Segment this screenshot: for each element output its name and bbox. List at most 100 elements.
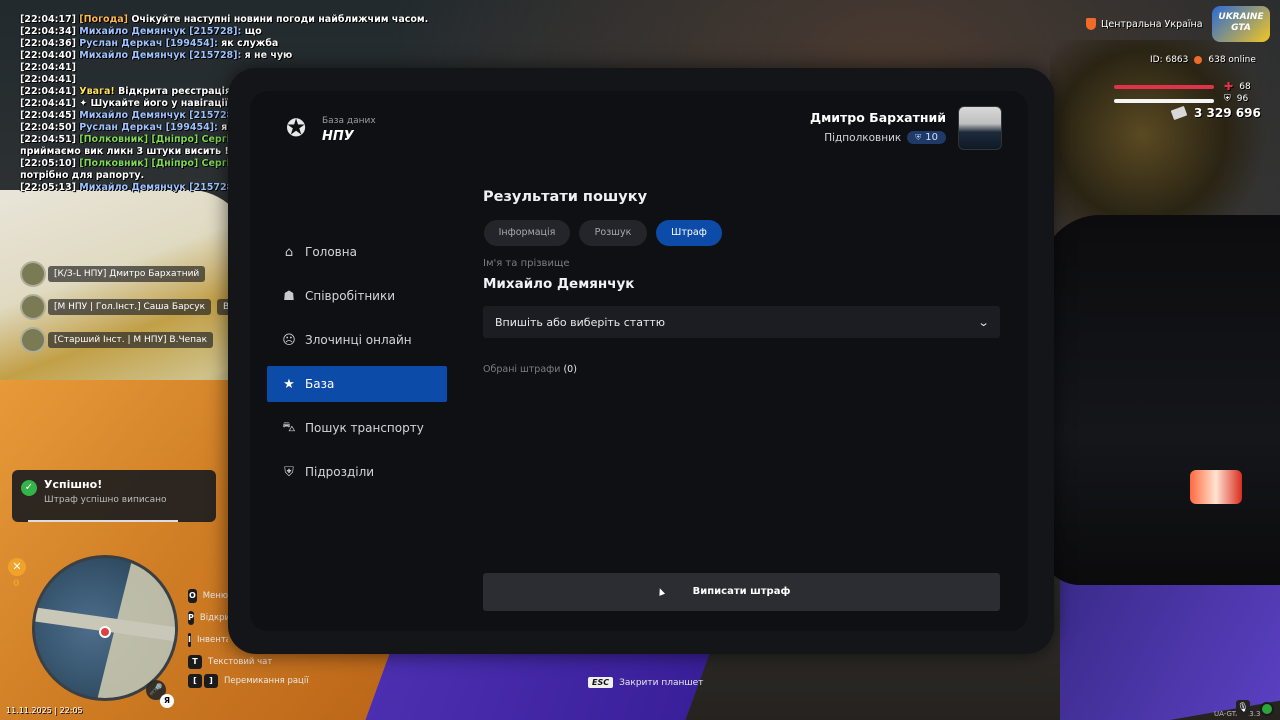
tab-wanted[interactable]: Розшук (579, 220, 647, 246)
location-indicator: Центральна Україна (1086, 18, 1203, 30)
nav-label: База (305, 377, 335, 391)
tablet-screen (250, 91, 1028, 631)
health-stat: ✚ 68 (1224, 80, 1251, 93)
key-hint-label: Інвентар (196, 635, 228, 645)
nav-item-criminals-online[interactable]: ☹ Злочинці онлайн (267, 322, 447, 358)
key-badge: T (188, 655, 202, 669)
rank-level: 10 (925, 132, 938, 143)
key-hint-menu: O Меню (188, 589, 228, 603)
nav-item-vehicle-search[interactable]: ⛍ Пошук транспорту (267, 410, 447, 446)
armor-bar (1114, 99, 1214, 103)
officer-rank-row: Підполковник ⛨ 10 (824, 131, 946, 144)
chat-text: ✦ Шукайте його у навігації: (79, 98, 235, 109)
notification-text: Штраф успішно виписано (44, 495, 167, 505)
health-cross-icon: ✚ (1224, 80, 1234, 93)
key-hint-label: Меню (202, 591, 228, 601)
chat-line: [22:04:34] Михайло Демянчук [215728]: що (20, 26, 420, 38)
server-info: ID: 6863 638 online (1150, 55, 1256, 65)
nav-item-database[interactable]: ★ База (267, 366, 447, 402)
tab-fine[interactable]: Штраф (656, 220, 722, 246)
player-tag: [К/З-L НПУ] Дмитро Бархатний (48, 266, 206, 282)
cash-icon (1170, 105, 1188, 121)
key-badge: I (188, 633, 191, 647)
selected-fines-count: (0) (563, 364, 577, 375)
car-icon: ⛍ (282, 419, 296, 435)
server-logo: UKRAINE GTA (1212, 6, 1270, 42)
chevron-down-icon: ⌄ (977, 315, 990, 329)
nav-item-home[interactable]: ⌂ Головна (267, 234, 447, 270)
chat-line: [22:04:40] Михайло Демянчук [215728]: я … (20, 50, 420, 62)
chat-timestamp: [22:05:13] (20, 182, 76, 193)
chat-text: я не чую (244, 50, 293, 61)
chat-line: [22:04:36] Руслан Деркач [199454]: як сл… (20, 38, 420, 50)
health-bar (1114, 85, 1214, 89)
chat-text: Очікуйте наступні новини погоди найближч… (131, 14, 429, 25)
chat-timestamp: [22:04:34] (20, 26, 76, 37)
voice-key-badge: Я (160, 694, 174, 708)
chat-timestamp: [22:04:41] (20, 98, 76, 109)
background-black-suv (1040, 215, 1280, 585)
check-icon: ✓ (21, 480, 37, 496)
article-select-placeholder: Впишіть або виберіть статтю (495, 315, 666, 329)
nav-label: Підрозділи (305, 465, 375, 479)
esc-key-badge: ESC (588, 677, 614, 688)
name-label: Ім'я та прізвище (483, 258, 570, 269)
criminal-icon: ☹ (282, 332, 296, 348)
key-badge: P (188, 611, 194, 625)
nav-label: Головна (305, 245, 357, 259)
player-tag: [Старший Інст. | М НПУ] В.Чепак (48, 332, 213, 348)
armor-value: 96 (1236, 94, 1249, 104)
chat-timestamp: [22:04:36] (20, 38, 76, 49)
nearby-player: [Старший Інст. | М НПУ] В.Чепак (20, 327, 213, 353)
close-tablet-hint: ESC Закрити планшет (588, 677, 703, 688)
selected-fines: Обрані штрафи (0) (483, 364, 577, 375)
chat-text: Руслан Деркач [199454]: (79, 38, 222, 49)
player-avatar (20, 294, 46, 320)
officer-avatar (958, 106, 1002, 150)
chat-timestamp: [22:04:41] (20, 62, 76, 73)
star-icon: ★ (283, 376, 295, 392)
background-taillight (1190, 470, 1242, 504)
chat-timestamp: [22:04:41] (20, 74, 76, 85)
chat-timestamp: [22:04:40] (20, 50, 76, 61)
key-hint-phone: P Відкрити телефон (188, 611, 228, 625)
success-notification: ✓ Успішно! Штраф успішно виписано (12, 470, 216, 522)
player-id: ID: 6863 (1150, 55, 1189, 65)
player-avatar (20, 327, 46, 353)
chat-text: як служба (221, 38, 279, 49)
location-name: Центральна Україна (1101, 18, 1203, 30)
issue-fine-button[interactable]: Виписати штраф (483, 573, 1000, 611)
key-hint-inventory: I Інвентар (188, 633, 228, 647)
player-tag: [М НПУ | Гол.Інст.] Саша Барсук (48, 299, 212, 315)
chat-timestamp: [22:04:51] (20, 134, 76, 145)
nav-item-employees[interactable]: ☗ Співробітники (267, 278, 447, 314)
tab-information[interactable]: Інформація (484, 220, 570, 246)
nearby-player: [М НПУ | Гол.Інст.] Саша Барсук BMW (20, 294, 252, 320)
database-name: НПУ (322, 129, 354, 144)
key-hint-radio: [ ] Перемикання рації (188, 674, 309, 688)
chat-timestamp: [22:04:50] (20, 122, 76, 133)
chat-text: що (244, 26, 262, 37)
results-title: Результати пошуку (483, 189, 648, 205)
nav-item-units[interactable]: ⛨ Підрозділи (267, 454, 447, 490)
chat-text: Руслан Деркач [199454]: (79, 122, 222, 133)
microphone-status-icon: 🎙 (1236, 700, 1250, 716)
users-icon: ☗ (283, 288, 295, 304)
chat-text: Михайло Демянчук [215728]: (79, 50, 245, 61)
chat-text: [Погода] (79, 14, 132, 25)
player-marker-icon (99, 626, 111, 638)
officer-rank: Підполковник (824, 131, 902, 144)
key-badge: O (188, 589, 197, 603)
chat-text: Увага! (79, 86, 119, 97)
money-display: 3 329 696 (1170, 105, 1261, 121)
key-hint-chat: T Текстовий чат (188, 655, 272, 669)
police-emblem-icon: ✪ (285, 114, 307, 142)
region-shield-icon (1086, 18, 1096, 30)
article-select[interactable]: Впишіть або виберіть статтю ⌄ (483, 306, 1000, 338)
voice-status-icon (1260, 702, 1274, 716)
officer-name: Дмитро Бархатний (809, 110, 946, 125)
nav-label: Співробітники (305, 289, 396, 303)
armor-shield-icon: ⛨ (1224, 94, 1231, 104)
shield-icon: ⛨ (284, 464, 294, 480)
person-name: Михайло Демянчук (483, 276, 635, 292)
